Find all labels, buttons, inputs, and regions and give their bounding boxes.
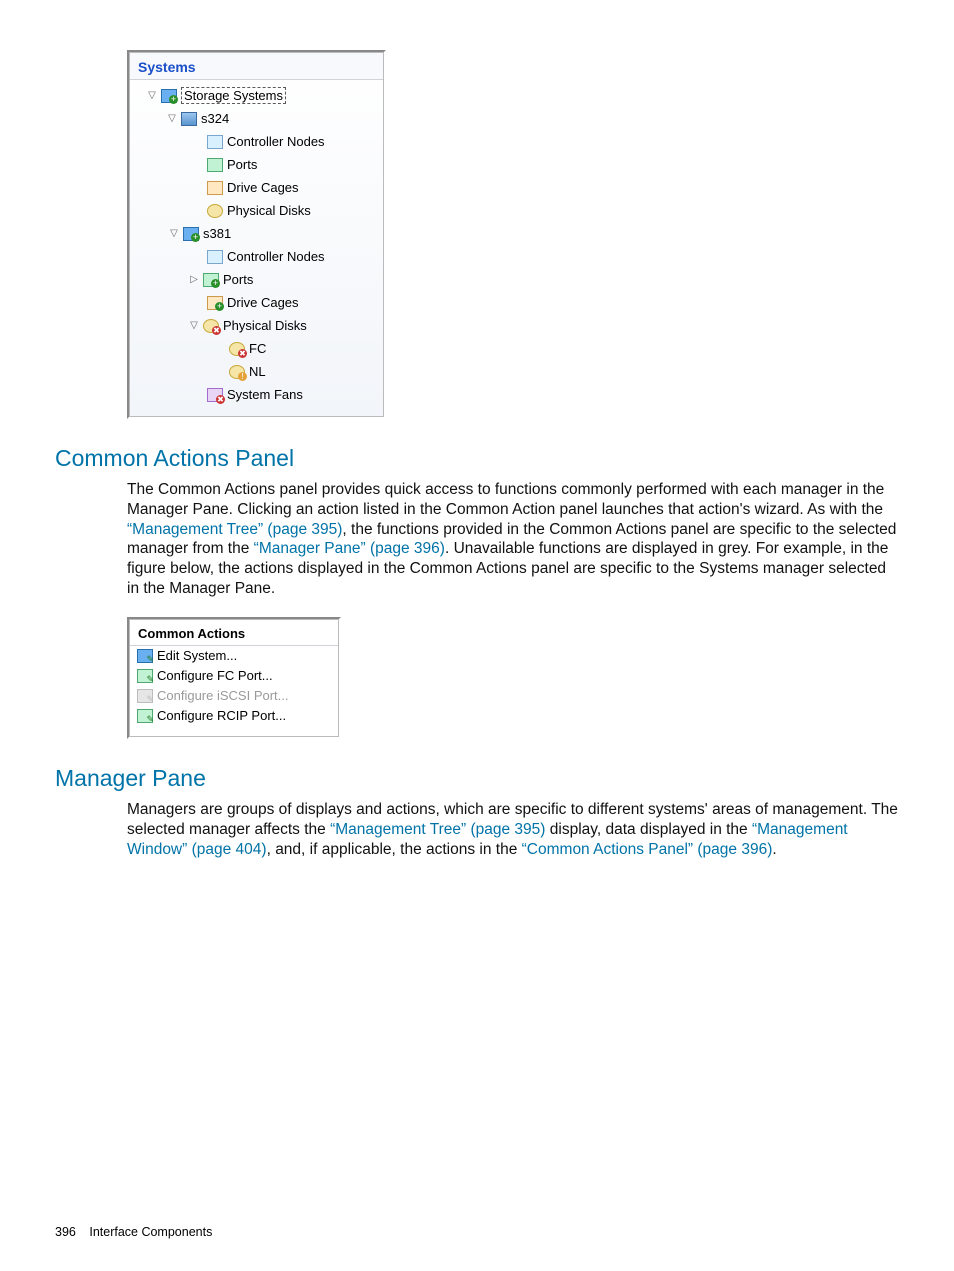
action-configure-fc-port[interactable]: Configure FC Port... [130,666,338,686]
chevron-down-icon[interactable] [146,90,158,102]
chevron-down-icon[interactable] [188,320,200,332]
configure-port-icon [136,708,154,724]
heading-manager-pane: Manager Pane [55,765,899,792]
action-edit-system[interactable]: Edit System... [130,646,338,666]
common-actions-panel: Common Actions Edit System... Configure … [127,617,341,739]
chevron-down-icon[interactable] [166,113,178,125]
tree-label: FC [249,341,266,356]
tree-label: s381 [203,226,231,241]
tree-label: Physical Disks [223,318,307,333]
tree-node-storage-systems[interactable]: Storage Systems [146,84,379,107]
drive-cages-alert-icon [206,295,224,311]
tree-node-drive-cages[interactable]: Drive Cages [206,176,379,199]
chevron-right-icon[interactable] [188,274,200,286]
tree-label: Drive Cages [227,180,299,195]
fc-disk-icon [228,341,246,357]
nl-disk-icon [228,364,246,380]
page-footer: 396 Interface Components [55,1225,212,1239]
heading-common-actions-panel: Common Actions Panel [55,445,899,472]
tree-label: System Fans [227,387,303,402]
storage-systems-icon [160,88,178,104]
action-label: Edit System... [157,648,237,663]
paragraph: Managers are groups of displays and acti… [127,800,899,859]
tree-label: Storage Systems [181,87,286,104]
systems-panel-title: Systems [130,53,383,80]
action-label: Configure iSCSI Port... [157,688,289,703]
common-actions-title: Common Actions [130,620,338,646]
action-label: Configure FC Port... [157,668,273,683]
tree-node-fc[interactable]: FC [228,337,379,360]
link-common-actions-panel[interactable]: “Common Actions Panel” (page 396) [522,841,773,858]
drive-cages-icon [206,180,224,196]
tree-node-system-fans[interactable]: System Fans [206,383,379,406]
tree-label: Controller Nodes [227,249,325,264]
systems-panel: Systems Storage Systems s324 Controller … [127,50,386,419]
paragraph: The Common Actions panel provides quick … [127,480,899,599]
tree-label: Ports [223,272,253,287]
action-configure-rcip-port[interactable]: Configure RCIP Port... [130,706,338,726]
action-label: Configure RCIP Port... [157,708,286,723]
link-manager-pane[interactable]: “Manager Pane” (page 396) [254,540,445,557]
configure-port-disabled-icon [136,688,154,704]
physical-disks-icon [206,203,224,219]
tree-node-drive-cages[interactable]: Drive Cages [206,291,379,314]
tree-node-ports[interactable]: Ports [206,153,379,176]
tree-node-controller[interactable]: Controller Nodes [206,245,379,268]
physical-disks-alert-icon [202,318,220,334]
tree-label: s324 [201,111,229,126]
text: , and, if applicable, the actions in the [267,841,522,858]
chevron-down-icon[interactable] [168,228,180,240]
tree-node-ports[interactable]: Ports [188,268,379,291]
ports-alert-icon [202,272,220,288]
tree-node-physical-disks[interactable]: Physical Disks [206,199,379,222]
system-alert-icon [182,226,200,242]
tree-node-controller[interactable]: Controller Nodes [206,130,379,153]
tree-label: NL [249,364,266,379]
tree-node-s324[interactable]: s324 [166,107,379,130]
link-management-tree[interactable]: “Management Tree” (page 395) [330,821,545,838]
text: The Common Actions panel provides quick … [127,481,884,518]
tree-label: Physical Disks [227,203,311,218]
tree-node-nl[interactable]: NL [228,360,379,383]
controller-nodes-icon [206,249,224,265]
text: . [772,841,776,858]
footer-section: Interface Components [89,1225,212,1239]
page-number: 396 [55,1225,76,1239]
link-management-tree[interactable]: “Management Tree” (page 395) [127,521,342,538]
tree-node-s381[interactable]: s381 [168,222,379,245]
controller-nodes-icon [206,134,224,150]
system-fans-icon [206,387,224,403]
edit-system-icon [136,648,154,664]
systems-tree: Storage Systems s324 Controller Nodes Po… [130,80,383,410]
action-configure-iscsi-port: Configure iSCSI Port... [130,686,338,706]
tree-label: Controller Nodes [227,134,325,149]
system-icon [180,111,198,127]
tree-label: Drive Cages [227,295,299,310]
text: display, data displayed in the [545,821,752,838]
tree-node-physical-disks[interactable]: Physical Disks [188,314,379,337]
configure-port-icon [136,668,154,684]
tree-label: Ports [227,157,257,172]
ports-icon [206,157,224,173]
